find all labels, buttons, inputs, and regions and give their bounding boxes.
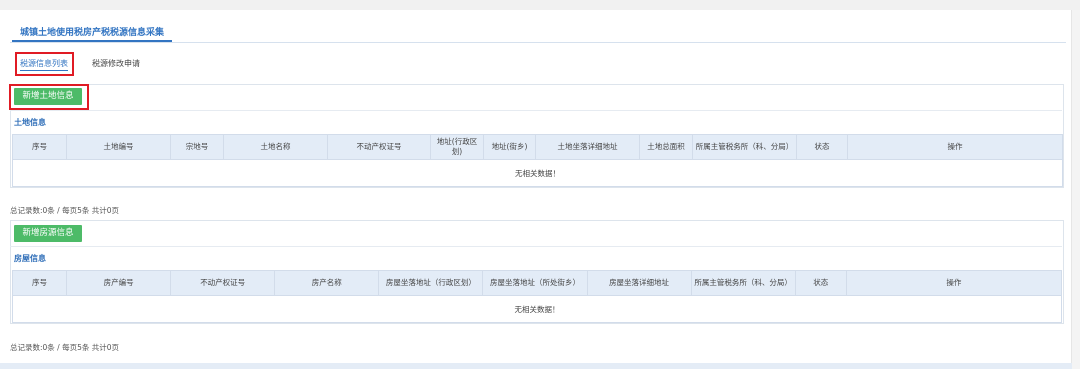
col-status: 状态 [794,270,847,296]
col-property-cert: 不动产权证号 [170,270,276,296]
add-house-button[interactable]: 新增房源信息 [14,225,82,242]
land-divider [10,110,1062,111]
col-actions: 操作 [847,134,1063,160]
land-pager: 总记录数:0条 / 每页5条 共计0页 [10,206,120,215]
house-table: 序号 房产编号 不动产权证号 房产名称 房屋坐落地址（行政区划） 房屋坐落地址（… [11,270,1063,323]
col-seq: 序号 [11,270,68,296]
col-tax-office: 所属主管税务所（科、分局） [692,134,797,160]
bottom-bar [0,363,1072,369]
col-house-no: 房产编号 [66,270,172,296]
top-strip [0,0,1080,10]
col-land-no: 土地编号 [66,134,171,160]
house-table-header: 序号 房产编号 不动产权证号 房产名称 房屋坐落地址（行政区划） 房屋坐落地址（… [11,270,1063,296]
title-divider [10,42,1066,43]
house-pager: 总记录数:0条 / 每页5条 共计0页 [10,343,120,352]
table-row: 无相关数据！ [12,295,1062,323]
house-section-title: 房屋信息 [14,254,46,263]
col-tax-office: 所属主管税务所（科、分局） [690,270,796,296]
col-address-street: 地址(街乡) [483,134,536,160]
col-status: 状态 [796,134,848,160]
house-divider [10,246,1062,247]
col-land-total-area: 土地总面积 [639,134,693,160]
title-underline [12,40,172,42]
col-house-address-street: 房屋坐落地址（所处街乡） [482,270,588,296]
col-parcel-no: 宗地号 [170,134,224,160]
table-row: 无相关数据！ [12,159,1063,187]
col-land-detail-address: 土地坐落详细地址 [535,134,640,160]
col-address-district: 地址(行政区划) [430,134,484,160]
col-actions: 操作 [845,270,1063,296]
empty-message: 无相关数据！ [12,295,1062,323]
col-property-cert: 不动产权证号 [327,134,431,160]
land-table: 序号 土地编号 宗地号 土地名称 不动产权证号 地址(行政区划) 地址(街乡) … [12,134,1063,187]
land-section-title: 土地信息 [14,118,46,127]
empty-message: 无相关数据！ [12,159,1063,187]
highlight-box-tab [15,52,74,76]
page-title: 城镇土地使用税房产税税源信息采集 [20,28,165,38]
vertical-scrollbar[interactable] [1071,10,1080,369]
col-house-detail-address: 房屋坐落详细地址 [586,270,692,296]
col-land-name: 土地名称 [223,134,328,160]
tab-tax-source-modify[interactable]: 税源修改申请 [92,58,140,70]
highlight-box-add-land [9,84,89,110]
col-seq: 序号 [12,134,67,160]
land-table-header: 序号 土地编号 宗地号 土地名称 不动产权证号 地址(行政区划) 地址(街乡) … [12,134,1063,160]
col-house-name: 房产名称 [274,270,380,296]
col-house-address-district: 房屋坐落地址（行政区划） [378,270,484,296]
